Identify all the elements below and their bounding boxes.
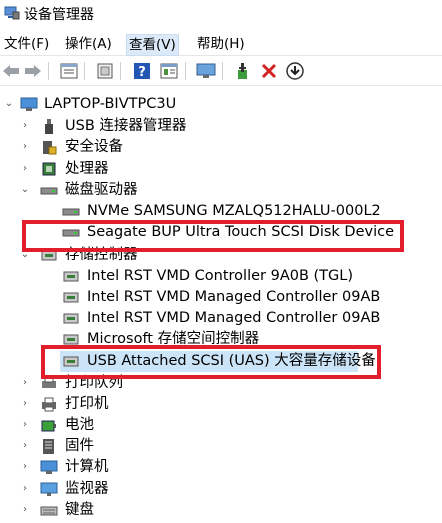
highlight-box-seagate <box>22 220 404 252</box>
tree-item-firmware[interactable]: › 固件 <box>0 436 442 457</box>
tree-item-label: NVMe SAMSUNG MZALQ512HALU-000L2 <box>87 203 381 219</box>
printer-icon <box>42 397 56 412</box>
tree-item-label: 固件 <box>65 438 94 454</box>
menu-action[interactable]: 操作(A) <box>63 34 114 56</box>
battery-icon <box>41 420 56 432</box>
toolbar-separator <box>185 62 186 80</box>
usb-icon <box>45 119 53 134</box>
processor-icon <box>42 162 56 176</box>
tree-item-keyboards[interactable]: › 键盘 <box>0 500 442 521</box>
device-tree: ⌄ LAPTOP-BIVTPC3U › USB 连接器管理器 › 安全设备 › … <box>0 88 442 523</box>
tree-item-usb-connector[interactable]: › USB 连接器管理器 <box>0 116 442 137</box>
tree-item-security-devices[interactable]: › 安全设备 <box>0 137 442 158</box>
disk-drive-icon <box>40 187 58 195</box>
view-icon <box>160 63 178 79</box>
tree-item-computer[interactable]: › 计算机 <box>0 457 442 478</box>
storage-controller-icon <box>63 271 79 282</box>
monitor-scan-icon <box>196 63 216 78</box>
computer-icon <box>20 97 38 111</box>
window-title: 设备管理器 <box>24 7 94 23</box>
tree-item-intel-rst-vmd-controller[interactable]: Intel RST VMD Controller 9A0B (TGL) <box>0 266 442 287</box>
menu-view[interactable]: 查看(V) <box>126 34 179 56</box>
add-driver-icon <box>238 63 247 79</box>
firmware-icon <box>43 439 54 454</box>
tree-root-label: LAPTOP-BIVTPC3U <box>44 96 177 112</box>
tree-item-nvme-disk[interactable]: NVMe SAMSUNG MZALQ512HALU-000L2 <box>0 201 442 222</box>
tree-item-label: 计算机 <box>65 459 109 475</box>
monitor-icon <box>40 482 58 496</box>
menu-help[interactable]: 帮助(H) <box>195 34 247 56</box>
tree-item-label: 处理器 <box>65 161 109 177</box>
device-manager-icon <box>4 6 20 20</box>
view-button[interactable] <box>158 60 180 82</box>
keyboard-icon <box>40 506 58 516</box>
download-button[interactable] <box>284 60 306 82</box>
disk-drive-icon <box>62 208 80 216</box>
svg-text:?: ? <box>138 65 146 79</box>
toolbar-separator <box>222 62 223 80</box>
forward-button[interactable] <box>22 60 44 82</box>
expand-icon[interactable]: › <box>20 483 30 495</box>
expand-icon[interactable]: › <box>20 504 30 516</box>
storage-controller-icon <box>63 313 79 324</box>
tree-item-label: 监视器 <box>65 481 109 497</box>
menu-file[interactable]: 文件(F) <box>2 34 51 56</box>
add-driver-button[interactable] <box>232 60 254 82</box>
help-button[interactable]: ? <box>131 60 153 82</box>
tree-item-disk-drives[interactable]: ⌄ 磁盘驱动器 <box>0 180 442 201</box>
expand-icon[interactable]: › <box>20 440 30 452</box>
expand-icon[interactable]: › <box>20 461 30 473</box>
security-chip-icon <box>43 141 57 155</box>
expand-icon[interactable]: › <box>20 377 30 389</box>
tree-item-label: 电池 <box>65 417 94 433</box>
properties-button[interactable] <box>58 60 80 82</box>
tree-item-label: Intel RST VMD Managed Controller 09AB <box>87 310 381 326</box>
download-icon <box>286 62 304 80</box>
expand-icon[interactable]: › <box>20 120 30 132</box>
tree-item-label: Intel RST VMD Managed Controller 09AB <box>87 289 381 305</box>
remove-icon <box>261 63 277 79</box>
toolbar-separator <box>84 62 85 80</box>
collapse-icon[interactable]: ⌄ <box>20 184 30 196</box>
expand-icon[interactable]: › <box>20 398 30 410</box>
help-icon: ? <box>134 63 150 79</box>
tree-item-label: 打印机 <box>65 396 109 412</box>
update-driver-button[interactable] <box>94 60 116 82</box>
highlight-box-usb-attached-scsi <box>41 345 381 379</box>
tree-item-monitors[interactable]: › 监视器 <box>0 479 442 500</box>
tree-item-batteries[interactable]: › 电池 <box>0 415 442 436</box>
toolbar-separator <box>120 62 121 80</box>
properties-icon <box>60 63 78 79</box>
tree-item-label: USB 连接器管理器 <box>65 118 187 134</box>
toolbar: ? <box>0 58 442 86</box>
storage-controller-icon <box>63 292 79 303</box>
tree-item-printers[interactable]: › 打印机 <box>0 394 442 415</box>
menu-bar: 文件(F) 操作(A) 查看(V) 帮助(H) <box>0 32 442 56</box>
tree-item-label: 磁盘驱动器 <box>65 182 138 198</box>
forward-arrow-icon <box>25 65 41 77</box>
tree-root[interactable]: ⌄ LAPTOP-BIVTPC3U <box>0 94 442 115</box>
collapse-icon[interactable]: ⌄ <box>4 98 14 110</box>
tree-item-label: Intel RST VMD Controller 9A0B (TGL) <box>87 268 354 284</box>
computer-icon <box>40 460 58 474</box>
back-button[interactable] <box>0 60 22 82</box>
tree-item-intel-rst-managed-controller[interactable]: Intel RST VMD Managed Controller 09AB <box>0 308 442 329</box>
title-bar: 设备管理器 <box>0 0 442 30</box>
expand-icon[interactable]: › <box>20 141 30 153</box>
toolbar-separator <box>48 62 49 80</box>
uninstall-button[interactable] <box>258 60 280 82</box>
tree-item-processor[interactable]: › 处理器 <box>0 159 442 180</box>
tree-item-label: 键盘 <box>65 502 94 518</box>
tree-item-label: 安全设备 <box>65 139 123 155</box>
update-driver-icon <box>97 63 113 79</box>
expand-icon[interactable]: › <box>20 163 30 175</box>
tree-item-intel-rst-managed-controller[interactable]: Intel RST VMD Managed Controller 09AB <box>0 287 442 308</box>
expand-icon[interactable]: › <box>20 419 30 431</box>
scan-hardware-button[interactable] <box>195 60 217 82</box>
back-arrow-icon <box>3 65 19 77</box>
